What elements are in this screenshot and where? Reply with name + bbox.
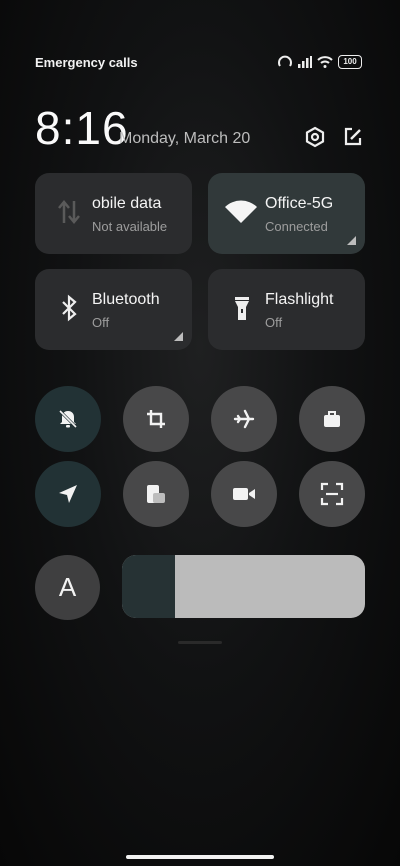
location-icon [59,485,77,503]
briefcase-icon [324,411,340,427]
tile-wifi-expand-icon[interactable] [347,236,356,245]
auto-brightness-button[interactable]: A [35,555,100,620]
panel-drag-handle[interactable] [178,641,222,644]
tile-bluetooth[interactable]: Bluetooth Off [35,269,192,350]
toggle-scanner[interactable] [299,461,365,527]
tile-flashlight-title: Flashlight [265,291,334,308]
tile-mobile-data[interactable]: obile data Not available [35,173,192,254]
dark-mode-icon [147,485,165,503]
video-icon [233,488,255,500]
wifi-icon [317,56,333,68]
tile-bluetooth-expand-icon[interactable] [174,332,183,341]
tile-bluetooth-status: Off [92,315,110,330]
scan-icon [320,482,344,506]
tile-wifi[interactable]: Office-5G Connected [208,173,365,254]
signal-icon [298,56,312,68]
brightness-fill [122,555,176,618]
toggle-dark-mode[interactable] [123,461,189,527]
settings-icon[interactable] [304,126,326,148]
brightness-slider[interactable] [122,555,365,618]
battery-icon: 100 [338,55,362,69]
flashlight-icon [235,297,249,320]
mute-icon [58,409,78,429]
airplane-icon [233,409,255,429]
tile-wifi-status: Connected [265,219,328,234]
edit-icon[interactable] [342,126,364,148]
tile-bluetooth-title: Bluetooth [92,291,160,308]
clock-time: 8:16 [35,102,129,154]
crop-icon [147,410,165,428]
mobile-data-icon [58,200,80,224]
carrier-text: Emergency calls o [35,55,139,70]
toggle-screen-record[interactable] [211,461,277,527]
tile-flashlight-status: Off [265,315,283,330]
toggle-airplane[interactable] [211,386,277,452]
toggle-crop[interactable] [123,386,189,452]
tile-wifi-title: Office-5G [265,195,334,212]
status-bar: Emergency calls o 100 [35,55,362,73]
toggle-location[interactable] [35,461,101,527]
clock-date: Monday, March 20 [119,130,251,147]
auto-brightness-label: A [58,572,77,602]
home-indicator[interactable] [126,855,274,859]
wifi-icon [225,200,257,223]
bluetooth-icon [62,294,77,322]
status-icons: 100 [277,55,362,69]
hotspot-icon [278,55,292,67]
tile-mobile-data-status: Not available [92,219,168,234]
toggle-work-mode[interactable] [299,386,365,452]
toggle-mute[interactable] [35,386,101,452]
tile-flashlight[interactable]: Flashlight Off [208,269,365,350]
tile-mobile-data-title: obile data [92,195,162,212]
